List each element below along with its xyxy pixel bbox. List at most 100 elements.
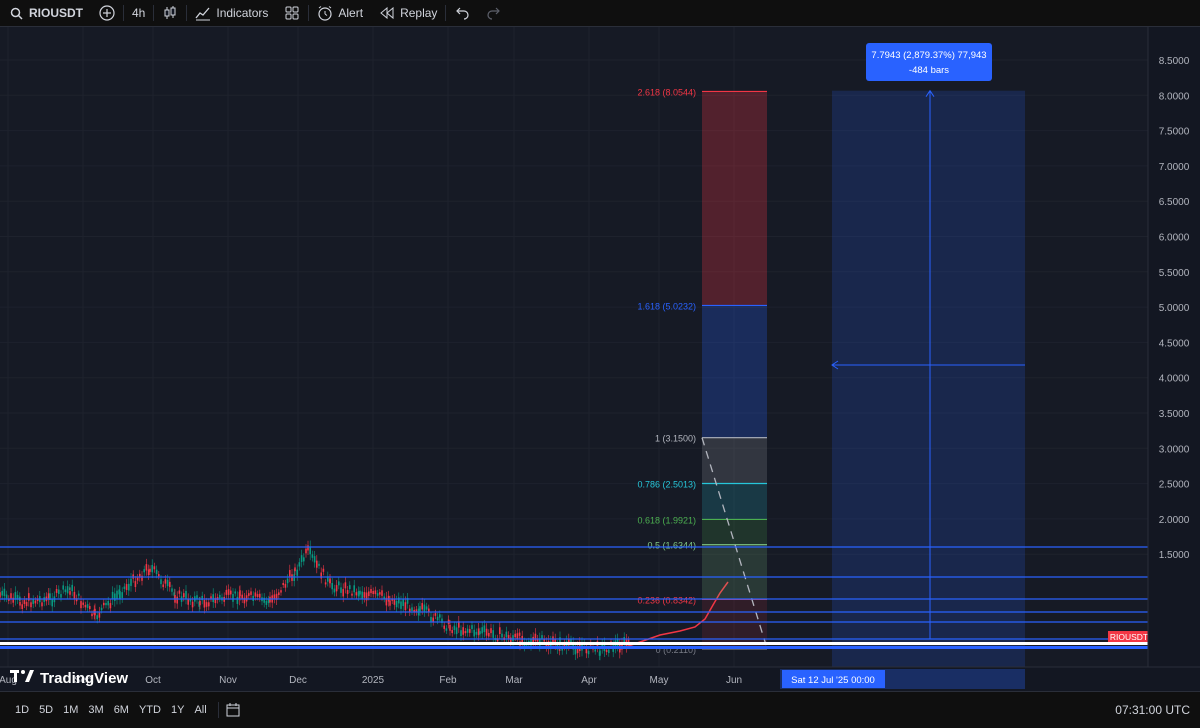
candle: [176, 596, 178, 604]
goto-date-icon[interactable]: [225, 702, 241, 718]
alert-button[interactable]: Alert: [309, 0, 371, 26]
price-range-measure-drawing[interactable]: 7.7943 (2,879.37%) 77,943 -484 bars: [831, 43, 1025, 689]
undo-button[interactable]: [446, 0, 478, 26]
candle: [425, 606, 428, 610]
candle: [587, 650, 590, 655]
candle: [103, 602, 105, 606]
tradingview-logo: TradingView: [10, 669, 128, 687]
replay-button[interactable]: Replay: [371, 0, 445, 26]
candle: [114, 593, 116, 601]
replay-label: Replay: [400, 6, 438, 20]
candle: [250, 591, 252, 595]
candle: [507, 635, 510, 639]
candle: [355, 592, 358, 596]
compare-button[interactable]: [91, 0, 123, 26]
time-cursor-label: Sat 12 Jul '25 00:00: [791, 675, 875, 686]
candle: [439, 614, 441, 618]
candle: [205, 602, 208, 607]
candle: [160, 579, 162, 585]
candle: [185, 590, 187, 599]
candle: [89, 606, 91, 610]
candle: [166, 579, 169, 587]
fib-extension-drawing[interactable]: 2.618 (8.0544) 1.618 (5.0232) 1 (3.1500) 0.…: [637, 87, 767, 655]
chart-canvas[interactable]: 2.618 (8.0544) 1.618 (5.0232) 1 (3.1500) 0.…: [0, 27, 1200, 691]
range-button-1m[interactable]: 1M: [58, 704, 83, 716]
candle: [471, 625, 473, 629]
candle: [212, 594, 214, 603]
candle: [512, 635, 514, 642]
candle: [351, 593, 353, 596]
candle: [436, 616, 439, 621]
candle: [475, 631, 478, 635]
range-button-5d[interactable]: 5D: [34, 704, 58, 716]
candle: [134, 581, 137, 588]
candle: [5, 594, 8, 599]
candle: [370, 588, 372, 594]
price-tick-label: 6.5000: [1159, 197, 1190, 208]
chart-type-button[interactable]: [154, 0, 186, 26]
candle: [145, 564, 148, 571]
date-range-buttons: 1D 5D 1M 3M 6M YTD 1Y All: [0, 704, 212, 716]
candle: [534, 633, 537, 641]
candle: [353, 585, 355, 593]
fib-zone: [702, 305, 767, 438]
candle: [423, 604, 426, 612]
candle: [107, 601, 109, 606]
measure-tooltip-line2: -484 bars: [909, 65, 949, 76]
grid-icon: [284, 5, 300, 21]
time-tick-label: 2025: [362, 675, 385, 686]
candle: [393, 598, 396, 605]
candle: [171, 588, 173, 592]
candles-icon: [162, 5, 178, 21]
tv-logo-icon: [10, 669, 36, 687]
top-toolbar: RIOUSDT 4h Indicators Alert Replay: [0, 0, 1200, 27]
time-tick-label: May: [650, 675, 669, 686]
time-axis[interactable]: Aug Sep Oct Nov Dec 2025 Feb Mar Apr May Jun Sat 12…: [0, 666, 1200, 691]
range-button-3m[interactable]: 3M: [83, 704, 108, 716]
candle: [516, 633, 519, 639]
candle: [119, 591, 121, 599]
layouts-button[interactable]: [276, 0, 308, 26]
candle: [66, 586, 69, 594]
indicators-button[interactable]: Indicators: [187, 0, 276, 26]
price-axis[interactable]: 8.5000 8.0000 7.5000 7.0000 6.5000 6.0000 5.50…: [1147, 27, 1200, 667]
candle: [294, 567, 296, 572]
range-button-1d[interactable]: 1D: [10, 704, 34, 716]
clock-timezone[interactable]: 07:31:00 UTC: [1115, 703, 1190, 717]
candle: [284, 583, 287, 588]
candle: [116, 590, 118, 599]
fib-level-label: 2.618 (8.0544): [637, 87, 696, 97]
candle: [286, 578, 289, 584]
range-button-6m[interactable]: 6M: [109, 704, 134, 716]
redo-button[interactable]: [478, 0, 510, 26]
chart-pane[interactable]: 2.618 (8.0544) 1.618 (5.0232) 1 (3.1500) 0.…: [0, 27, 1200, 691]
candle: [342, 589, 344, 597]
candle: [278, 592, 280, 596]
range-button-all[interactable]: All: [189, 704, 211, 716]
candle: [219, 594, 221, 599]
candle: [479, 631, 481, 635]
symbol-name: RIOUSDT: [29, 6, 83, 20]
candle: [71, 584, 73, 592]
interval-button[interactable]: 4h: [124, 0, 153, 26]
range-button-ytd[interactable]: YTD: [134, 704, 166, 716]
symbol-search[interactable]: RIOUSDT: [0, 0, 91, 26]
candle: [291, 574, 293, 581]
candle: [265, 600, 268, 605]
candle: [280, 590, 282, 593]
candle: [128, 583, 130, 591]
fib-level-label: 0.786 (2.5013): [637, 480, 696, 490]
candle: [98, 611, 101, 618]
price-tick-label: 7.0000: [1159, 162, 1190, 173]
candle: [91, 613, 93, 617]
candle: [451, 630, 453, 634]
undo-icon: [454, 5, 470, 21]
candle: [143, 569, 145, 573]
plus-circle-icon: [99, 5, 115, 21]
candle: [254, 592, 257, 597]
range-button-1y[interactable]: 1Y: [166, 704, 189, 716]
fib-zone: [702, 599, 767, 649]
candle: [230, 590, 232, 595]
candle: [51, 598, 53, 607]
fib-level-label: 1.618 (5.0232): [637, 301, 696, 311]
